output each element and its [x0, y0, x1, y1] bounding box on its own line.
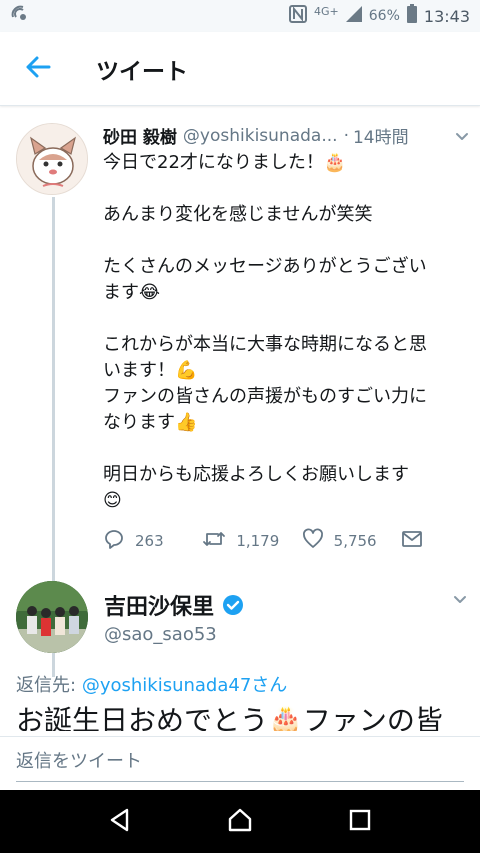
envelope-icon — [401, 528, 423, 554]
app-bar: ツイート — [0, 32, 480, 106]
tweet-line: ファンの皆さんの声援がものすごい力に — [103, 386, 427, 407]
arrow-left-icon — [24, 53, 52, 85]
chevron-down-icon[interactable] — [451, 125, 473, 147]
tweet-time: 14時間 — [352, 128, 409, 148]
reply-author-handle[interactable]: @sao_sao53 — [104, 624, 217, 645]
tweet-line: たくさんのメッセージありがとうござい — [103, 256, 427, 277]
reply-to-user-link[interactable]: @yoshikisunada47さん — [82, 675, 287, 696]
reply-count: 263 — [135, 532, 164, 550]
reply-compose-bar: 返信をツイート — [0, 736, 480, 790]
nav-recents-icon — [348, 808, 372, 836]
tweet-line: なります👍 — [103, 412, 198, 433]
like-count: 5,756 — [333, 532, 377, 550]
like-button[interactable]: 5,756 — [302, 528, 401, 554]
page-title: ツイート — [96, 58, 188, 85]
verified-badge-icon — [222, 594, 244, 616]
heart-icon — [302, 528, 324, 554]
nfc-icon — [288, 4, 308, 28]
nav-home-button[interactable] — [215, 797, 265, 847]
tweet-line: 😊 — [103, 490, 122, 511]
separator-dot: · — [343, 125, 349, 146]
nav-recents-button[interactable] — [335, 797, 385, 847]
reply-author-label: 吉田沙保里 — [104, 595, 215, 620]
reply-to-line: 返信先: @yoshikisunada47さん — [16, 671, 287, 697]
avatar[interactable] — [16, 581, 88, 653]
clock: 13:43 — [423, 6, 470, 26]
chevron-down-icon[interactable] — [452, 591, 468, 611]
tweet-paragraph: 明日からも応援よろしくお願いします 😊 — [103, 462, 471, 514]
tweet[interactable]: 砂田 毅樹 @yoshikisunada... · 14時間 今日で22才になり… — [0, 107, 480, 677]
network-type: 4G+ — [314, 4, 339, 18]
retweet-button[interactable]: 1,179 — [202, 528, 301, 554]
reply-button[interactable]: 263 — [103, 528, 202, 554]
reply-input-underline — [16, 781, 464, 782]
reply-icon — [103, 528, 125, 554]
reply-author-name[interactable]: 吉田沙保里 — [104, 589, 244, 621]
tweet-paragraph: あんまり変化を感じませんが笑笑 — [103, 202, 471, 228]
tweet-paragraph: 今日で22才になりました！🎂 — [103, 150, 471, 176]
reply-input[interactable]: 返信をツイート — [16, 747, 142, 773]
back-button[interactable] — [0, 32, 76, 106]
retweet-count: 1,179 — [236, 532, 280, 550]
dm-button[interactable] — [401, 528, 423, 554]
nav-back-icon — [107, 807, 133, 837]
tweet-line: 明日からも応援よろしくお願いします — [103, 464, 409, 485]
reply-tweet-text: お誕生日おめでとう🎂ファンの皆 — [16, 704, 443, 731]
author-handle[interactable]: @yoshikisunada... — [183, 126, 338, 146]
status-right: 4G+ 66% 13:43 — [288, 4, 470, 28]
signal-sync-icon — [10, 4, 30, 28]
tweet-header: 砂田 毅樹 @yoshikisunada... · 14時間 — [103, 123, 473, 148]
reply-to-label: 返信先: — [16, 675, 77, 696]
tweet-line: 今日で22才になりました！🎂 — [103, 152, 347, 173]
retweet-icon — [202, 528, 226, 554]
tweet-line: あんまり変化を感じませんが笑笑 — [103, 204, 373, 225]
nav-back-button[interactable] — [95, 797, 145, 847]
status-left — [10, 4, 30, 28]
tweet-paragraph: たくさんのメッセージありがとうござい ます😂 — [103, 254, 471, 306]
tweet-paragraph: これからが本当に大事な時期になると思 います！💪 ファンの皆さんの声援がものすご… — [103, 332, 471, 436]
tweet-line: ます😂 — [103, 282, 161, 303]
author-name[interactable]: 砂田 毅樹 — [103, 123, 177, 148]
battery-percent: 66% — [368, 8, 400, 24]
tweet-text: 今日で22才になりました！🎂 あんまり変化を感じませんが笑笑 たくさんのメッセー… — [103, 150, 471, 514]
cell-signal-icon — [345, 5, 363, 27]
system-nav-bar — [0, 790, 480, 853]
nav-home-icon — [226, 806, 254, 838]
tweet-actions: 263 1,179 5,756 — [103, 528, 423, 554]
reply-tweet[interactable]: 吉田沙保里 @sao_sao53 返信先: @yoshikisunada47さん… — [0, 567, 480, 737]
battery-icon — [406, 4, 418, 28]
status-bar: 4G+ 66% 13:43 — [0, 0, 480, 32]
tweet-line: これからが本当に大事な時期になると思 — [103, 334, 427, 355]
avatar[interactable] — [16, 123, 88, 195]
tweet-line: います！💪 — [103, 360, 198, 381]
